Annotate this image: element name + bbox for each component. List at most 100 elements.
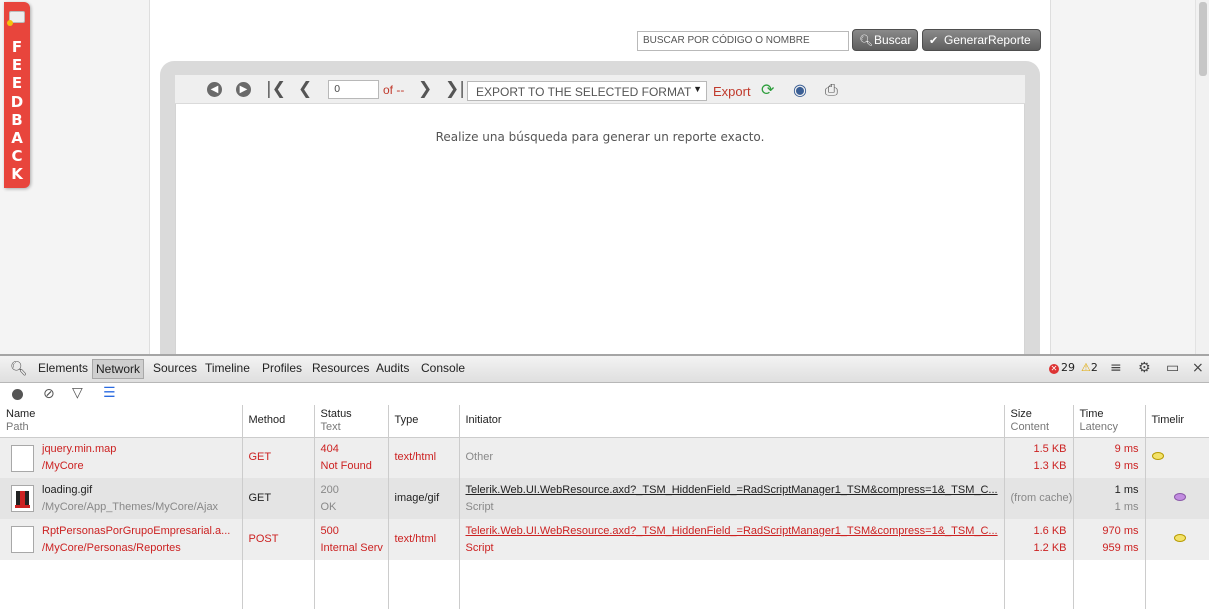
request-status: 500 xyxy=(320,524,339,537)
empty-cell xyxy=(242,560,315,609)
search-input[interactable]: BUSCAR POR CÓDIGO O NOMBRE xyxy=(637,31,849,51)
page-number-input[interactable]: 0 xyxy=(328,80,379,99)
scrollbar-thumb[interactable] xyxy=(1199,2,1207,76)
generate-report-label: GenerarReporte xyxy=(944,33,1031,47)
request-status-cell: 500 Internal Serv xyxy=(314,519,389,560)
clear-icon[interactable]: ⊘ xyxy=(43,387,55,401)
request-name-cell[interactable]: loading.gif/MyCore/App_Themes/MyCore/Aja… xyxy=(0,478,243,519)
request-timeline xyxy=(1145,478,1209,519)
export-format-value: EXPORT TO THE SELECTED FORMAT xyxy=(476,85,692,99)
forward-icon[interactable]: ▶ xyxy=(236,82,251,97)
back-icon[interactable]: ◀ xyxy=(207,82,222,97)
empty-cell xyxy=(388,560,460,609)
column-initiator-label: Initiator xyxy=(465,414,502,427)
column-time[interactable]: Time Latency xyxy=(1073,405,1146,438)
table-row[interactable]: loading.gif/MyCore/App_Themes/MyCore/Aja… xyxy=(0,478,1209,519)
column-path-label: Path xyxy=(6,420,29,433)
large-rows-icon[interactable]: ☰ xyxy=(103,386,116,400)
dock-icon[interactable]: ▭ xyxy=(1166,360,1179,376)
gear-icon[interactable]: ⚙ xyxy=(1138,360,1151,376)
request-type: text/html xyxy=(388,437,460,478)
tab-elements[interactable]: Elements xyxy=(38,361,88,375)
tab-timeline[interactable]: Timeline xyxy=(205,361,250,375)
request-initiator-link[interactable]: Telerik.Web.UI.WebResource.axd?_TSM_Hidd… xyxy=(466,482,998,499)
generate-report-button[interactable]: ✔ GenerarReporte xyxy=(922,29,1041,51)
export-format-select[interactable]: EXPORT TO THE SELECTED FORMAT ▼ xyxy=(467,81,707,101)
request-size-cell: (from cache) xyxy=(1004,478,1074,519)
request-size-cell: 1.6 KB 1.2 KB xyxy=(1004,519,1074,560)
network-controls: ⊘ ▽ ☰ xyxy=(0,383,1209,405)
refresh-icon[interactable]: ⟳ xyxy=(761,81,774,99)
tab-sources[interactable]: Sources xyxy=(153,361,197,375)
column-size[interactable]: Size Content xyxy=(1004,405,1074,438)
tab-console[interactable]: Console xyxy=(421,361,465,375)
empty-cell xyxy=(1145,560,1209,609)
request-initiator-cell: Telerik.Web.UI.WebResource.axd?_TSM_Hidd… xyxy=(459,478,1005,519)
request-type: text/html xyxy=(388,519,460,560)
request-time: 1 ms xyxy=(1114,483,1139,496)
error-counter[interactable]: ✕ 29 xyxy=(1049,361,1075,374)
request-status: 404 xyxy=(320,442,339,455)
last-page-icon[interactable]: ❯| xyxy=(445,79,465,99)
column-name-label: Name xyxy=(6,407,36,420)
column-method[interactable]: Method xyxy=(242,405,315,438)
error-count: 29 xyxy=(1061,361,1075,374)
search-icon[interactable]: 🔍︎ xyxy=(10,361,28,377)
request-time-cell: 9 ms 9 ms xyxy=(1073,437,1146,478)
column-timeline[interactable]: Timelir xyxy=(1145,405,1209,438)
tab-profiles[interactable]: Profiles xyxy=(262,361,302,375)
network-table: Name Path Method Status Text Type Initiato… xyxy=(0,405,1209,609)
timeline-bar xyxy=(1173,493,1186,501)
first-page-icon[interactable]: |❮ xyxy=(266,79,286,99)
tab-audits[interactable]: Audits xyxy=(376,361,409,375)
request-name-cell[interactable]: RptPersonasPorGrupoEmpresarial.a... /MyCo… xyxy=(0,519,243,560)
warning-count: 2 xyxy=(1090,361,1098,374)
dropdown-arrow-icon: ▼ xyxy=(693,84,702,94)
request-method: POST xyxy=(242,519,315,560)
vertical-scrollbar[interactable] xyxy=(1195,0,1209,354)
table-row[interactable]: jquery.min.map/MyCore GET 404 Not Found t… xyxy=(0,437,1209,478)
request-time: 9 ms xyxy=(1114,442,1139,455)
request-size-cell: 1.5 KB 1.3 KB xyxy=(1004,437,1074,478)
tab-network[interactable]: Network xyxy=(92,359,145,379)
print-icon[interactable]: ⎙ xyxy=(825,81,838,99)
warning-icon: ⚠ xyxy=(1081,361,1091,374)
empty-cell xyxy=(459,560,1005,609)
record-icon[interactable] xyxy=(12,389,23,400)
column-type[interactable]: Type xyxy=(388,405,460,438)
request-size: (from cache) xyxy=(1010,492,1073,504)
table-header: Name Path Method Status Text Type Initiato… xyxy=(0,405,1209,438)
camera-icon[interactable]: ◉ xyxy=(793,81,807,99)
file-icon xyxy=(11,526,34,553)
close-icon[interactable]: × xyxy=(1192,360,1204,376)
checkmark-icon: ✔ xyxy=(929,35,939,47)
browser-window: F E E D B A C K BUSCAR POR CÓDIGO O NOMB… xyxy=(0,0,1209,609)
search-button[interactable]: 🔍︎Buscar xyxy=(852,29,918,51)
timeline-bar xyxy=(1173,534,1186,542)
next-page-icon[interactable]: ❯ xyxy=(418,79,432,99)
request-time-cell: 1 ms 1 ms xyxy=(1073,478,1146,519)
filter-icon[interactable]: ▽ xyxy=(72,386,83,400)
request-name: loading.gif xyxy=(42,483,93,496)
export-link[interactable]: Export xyxy=(713,84,751,99)
request-status-cell: 404 Not Found xyxy=(314,437,389,478)
table-row[interactable]: RptPersonasPorGrupoEmpresarial.a... /MyCo… xyxy=(0,519,1209,560)
tab-resources[interactable]: Resources xyxy=(312,361,369,375)
request-initiator-link[interactable]: Telerik.Web.UI.WebResource.axd?_TSM_Hidd… xyxy=(466,523,998,540)
request-path: /MyCore xyxy=(42,459,84,472)
chat-icon xyxy=(7,11,25,26)
request-initiator: Other xyxy=(465,451,494,464)
column-text-label: Text xyxy=(320,420,341,433)
column-time-label: Time xyxy=(1079,407,1104,420)
column-name[interactable]: Name Path xyxy=(0,405,243,438)
feedback-tab[interactable]: F E E D B A C K xyxy=(4,2,30,188)
column-status[interactable]: Status Text xyxy=(314,405,389,438)
column-initiator[interactable]: Initiator xyxy=(459,405,1005,438)
drawer-toggle-icon[interactable]: ≡ xyxy=(1110,360,1122,376)
empty-cell xyxy=(314,560,389,609)
request-type: image/gif xyxy=(388,478,460,519)
error-icon: ✕ xyxy=(1049,364,1059,374)
previous-page-icon[interactable]: ❮ xyxy=(298,79,312,99)
request-name-cell[interactable]: jquery.min.map/MyCore xyxy=(0,437,243,478)
warning-counter[interactable]: ⚠2 xyxy=(1081,361,1098,374)
